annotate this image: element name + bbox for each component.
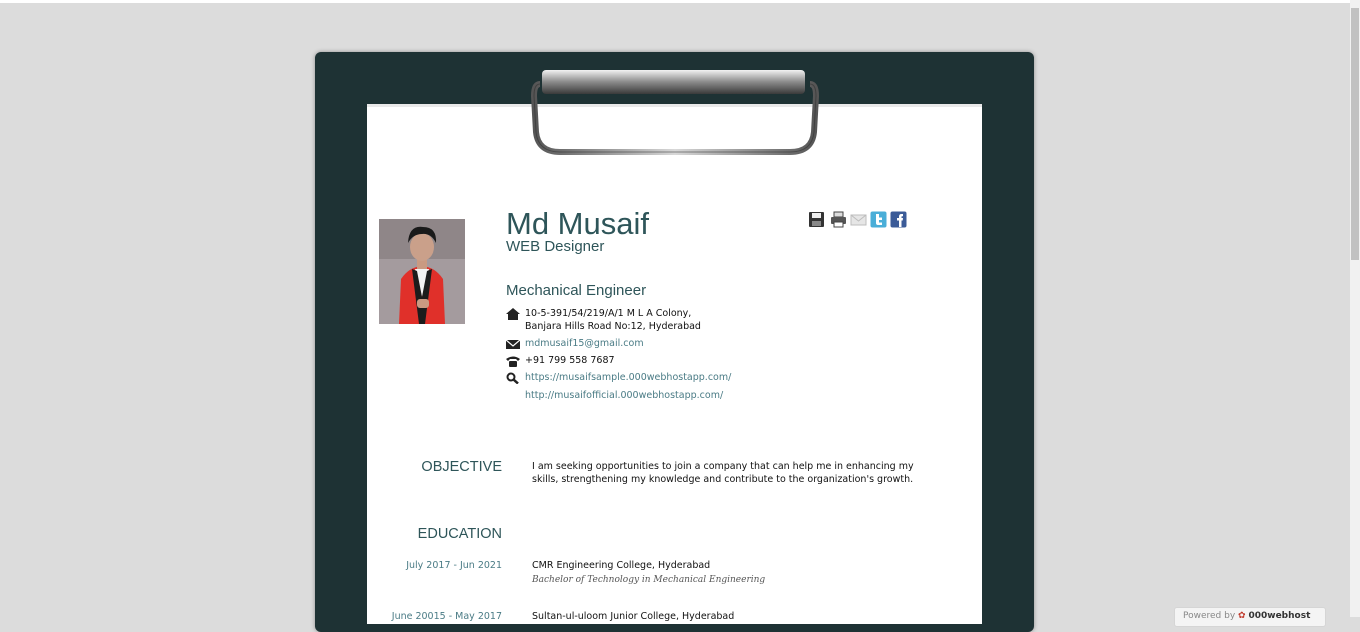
phone-number: +91 799 558 7687: [525, 355, 615, 366]
objective-text: I am seeking opportunities to join a com…: [532, 460, 914, 486]
education-date: July 2017 - Jun 2021: [406, 560, 502, 571]
candidate-name: Md Musaif: [506, 206, 649, 241]
objective-line-1: I am seeking opportunities to join a com…: [532, 461, 914, 472]
objective-heading: OBJECTIVE: [421, 459, 502, 475]
save-icon[interactable]: [808, 211, 825, 228]
email-link[interactable]: mdmusaif15@gmail.com: [525, 337, 644, 350]
home-icon: [506, 308, 520, 320]
envelope-icon: [505, 338, 521, 350]
website-link-2[interactable]: http://musaifofficial.000webhostapp.com/: [525, 389, 723, 402]
profile-photo: [379, 219, 465, 324]
powered-label: Powered by: [1183, 611, 1236, 621]
print-icon[interactable]: [830, 211, 847, 228]
job-role: WEB Designer: [506, 238, 605, 255]
magnifier-icon: [506, 372, 520, 385]
objective-line-2: skills, strengthening my knowledge and c…: [532, 474, 914, 485]
top-strip: [0, 0, 1360, 3]
powered-brand: 000webhost: [1248, 611, 1311, 621]
telephone-icon: [506, 355, 520, 367]
resume-paper: [367, 104, 982, 624]
facebook-icon[interactable]: [890, 211, 907, 228]
website-link-1[interactable]: https://musaifsample.000webhostapp.com/: [525, 371, 731, 384]
education-degree: Bachelor of Technology in Mechanical Eng…: [532, 575, 766, 585]
webhost-logo-icon: ✿: [1238, 611, 1246, 621]
address-line-2: Banjara Hills Road No:12, Hyderabad: [525, 321, 701, 332]
address-line-1: 10-5-391/54/219/A/1 M L A Colony,: [525, 308, 692, 319]
clipboard-clip-icon: [530, 70, 820, 155]
education-heading: EDUCATION: [417, 526, 502, 542]
twitter-icon[interactable]: [870, 211, 887, 228]
scrollbar-thumb[interactable]: [1351, 8, 1359, 260]
email-icon[interactable]: [850, 211, 867, 228]
vertical-scrollbar[interactable]: [1350, 0, 1360, 617]
profession-title: Mechanical Engineer: [506, 282, 647, 299]
powered-by-badge[interactable]: Powered by ✿ 000webhost: [1174, 607, 1326, 627]
education-school: CMR Engineering College, Hyderabad: [532, 560, 711, 571]
